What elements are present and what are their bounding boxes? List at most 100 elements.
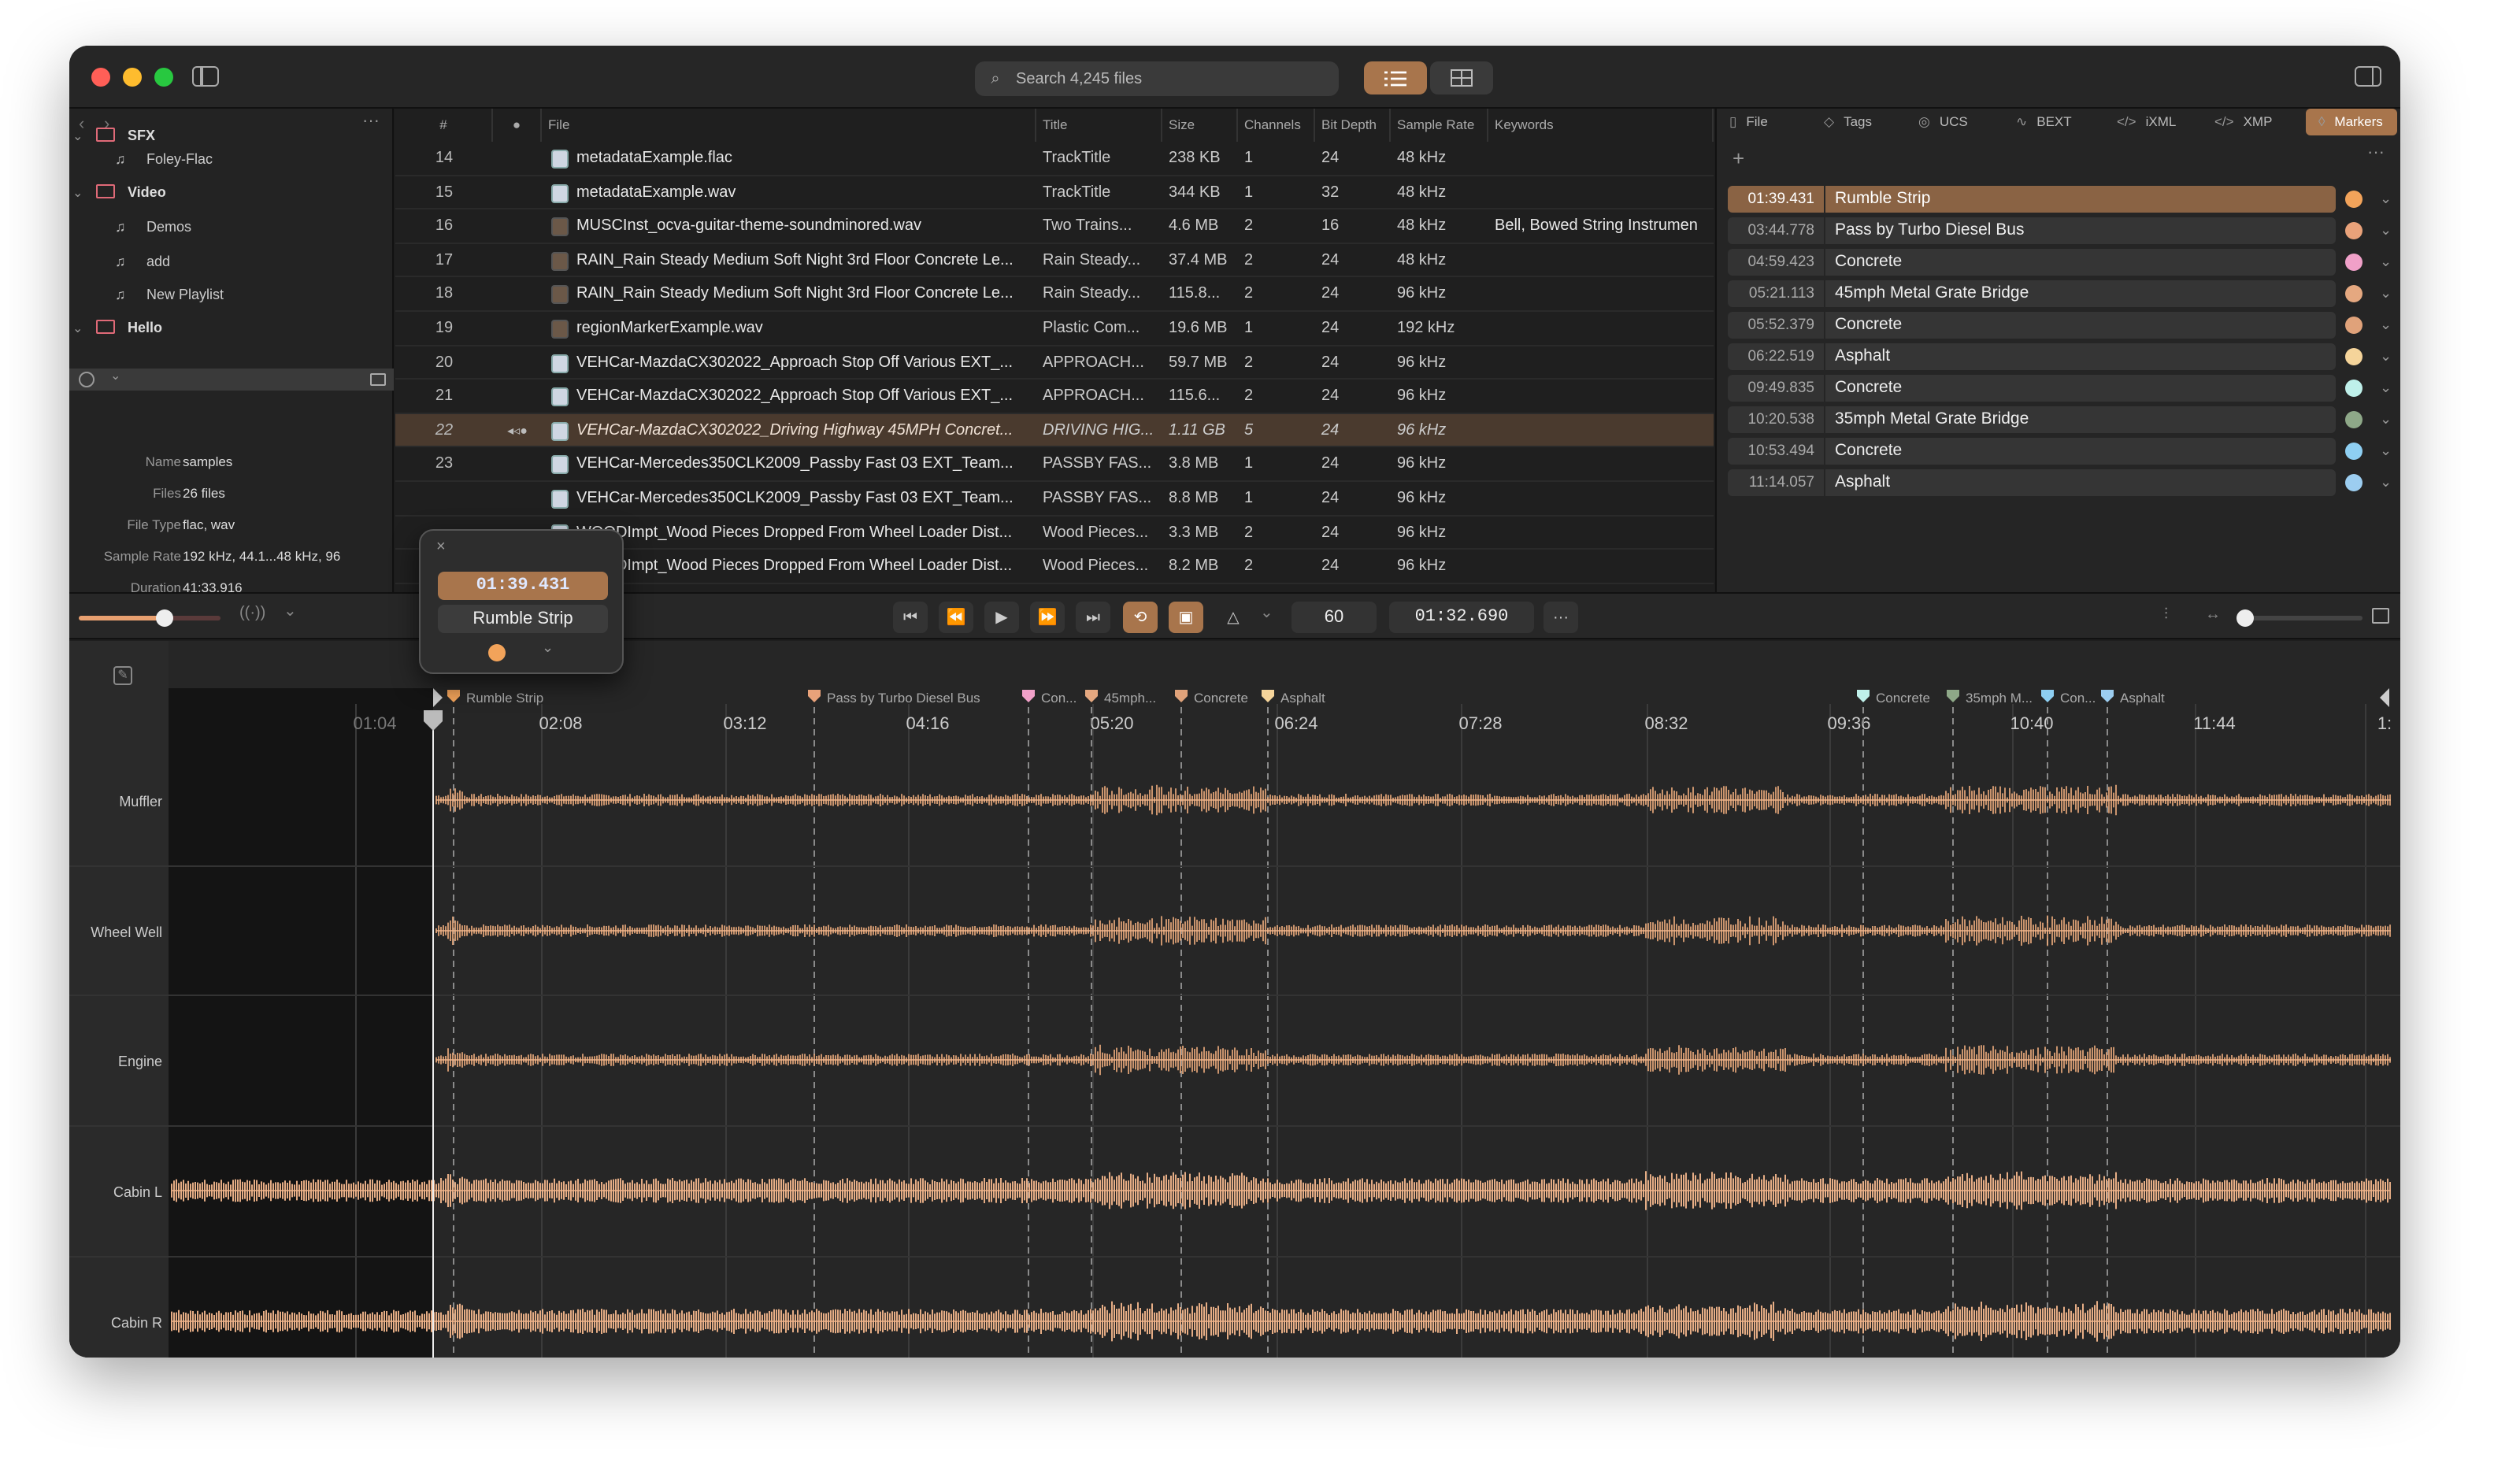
marker-color-swatch[interactable] xyxy=(2345,254,2362,271)
chevron-down-icon[interactable]: ⌄ xyxy=(2380,312,2392,339)
chevron-down-icon[interactable]: ⌄ xyxy=(2380,280,2392,307)
sidebar-item[interactable]: ♫ New Playlist xyxy=(69,282,394,307)
chevron-down-icon[interactable]: ⌄ xyxy=(2380,217,2392,244)
play-button[interactable]: ▶ xyxy=(984,602,1019,633)
table-row[interactable]: 19 regionMarkerExample.wav Plastic Com... 1… xyxy=(395,312,1714,346)
table-row[interactable]: 14 metadataExample.flac TrackTitle 238 KB 1 2… xyxy=(395,142,1714,176)
rewind-button[interactable]: ⏪ xyxy=(939,602,973,633)
marker-color-swatch[interactable] xyxy=(2345,222,2362,239)
marker-time[interactable]: 03:44.778 xyxy=(1728,217,1824,244)
marker-time-field[interactable]: 01:39.431 xyxy=(438,572,608,600)
column-header[interactable]: Channels xyxy=(1238,109,1315,142)
marker-row[interactable]: 09:49.835 Concrete ⌄ xyxy=(1728,375,2400,402)
table-row[interactable]: 16 MUSCInst_ocva-guitar-theme-soundminore… xyxy=(395,209,1714,244)
marker-name[interactable]: 45mph Metal Grate Bridge xyxy=(1825,280,2336,307)
marker-label[interactable]: 35mph M... xyxy=(1966,691,2033,706)
chevron-down-icon[interactable]: ⌄ xyxy=(2380,406,2392,433)
marker-row[interactable]: 10:53.494 Concrete ⌄ xyxy=(1728,438,2400,465)
marker-name-field[interactable]: Rumble Strip xyxy=(438,605,608,633)
chevron-down-icon[interactable]: ⌄ xyxy=(2380,375,2392,402)
tempo-field[interactable]: 60 xyxy=(1292,602,1377,633)
sidebar-item[interactable]: ⌄ Video xyxy=(69,180,394,205)
chevron-down-icon[interactable]: ⌄ xyxy=(110,369,120,383)
marker-name[interactable]: Rumble Strip xyxy=(1825,186,2336,213)
close-icon[interactable]: × xyxy=(436,539,446,556)
chevron-down-icon[interactable]: ⌄ xyxy=(1260,605,1273,622)
marker-time[interactable]: 10:20.538 xyxy=(1728,406,1824,433)
tab-ixml[interactable]: </> iXML xyxy=(2117,109,2205,135)
marker-color-swatch[interactable] xyxy=(2345,380,2362,397)
marker-label[interactable]: Con... xyxy=(2060,691,2096,706)
sidebar-item[interactable]: ♫ Foley-Flac xyxy=(69,146,394,172)
column-header[interactable]: Title xyxy=(1036,109,1162,142)
marker-color-swatch[interactable] xyxy=(2345,443,2362,460)
marker-color-swatch[interactable] xyxy=(2345,285,2362,302)
table-row[interactable]: 21 VEHCar-MazdaCX302022_Approach Stop Off… xyxy=(395,380,1714,414)
window-icon[interactable] xyxy=(2372,608,2389,624)
list-view-button[interactable] xyxy=(1364,61,1427,94)
search-field[interactable]: ⌕ Search 4,245 files xyxy=(975,61,1339,96)
chevron-down-icon[interactable]: ⌄ xyxy=(72,185,83,199)
inspector-toggle-icon[interactable] xyxy=(2355,66,2381,87)
marker-label[interactable]: Con... xyxy=(1041,691,1077,706)
marker-label[interactable]: Asphalt xyxy=(1280,691,1325,706)
marker-color-swatch[interactable] xyxy=(2345,348,2362,365)
volume-knob[interactable] xyxy=(156,609,173,627)
marker-name[interactable]: Pass by Turbo Diesel Bus xyxy=(1825,217,2336,244)
column-header[interactable]: Sample Rate xyxy=(1391,109,1488,142)
marker-row[interactable]: 06:22.519 Asphalt ⌄ xyxy=(1728,343,2400,370)
panel-more-icon[interactable]: ··· xyxy=(2367,143,2385,162)
chevron-down-icon[interactable]: ⌄ xyxy=(2380,469,2392,496)
marker-label[interactable]: 45mph... xyxy=(1104,691,1156,706)
marker-time[interactable]: 11:14.057 xyxy=(1728,469,1824,496)
volume-slider[interactable] xyxy=(79,609,220,627)
add-marker-icon[interactable]: + xyxy=(1732,146,1744,170)
column-header[interactable]: Bit Depth xyxy=(1315,109,1391,142)
marker-label[interactable]: Asphalt xyxy=(2120,691,2165,706)
chevron-down-icon[interactable]: ⌄ xyxy=(284,603,297,620)
zoom-slider[interactable] xyxy=(2236,609,2362,627)
marker-time[interactable]: 05:52.379 xyxy=(1728,312,1824,339)
column-header[interactable]: Size xyxy=(1162,109,1238,142)
close-window-button[interactable] xyxy=(91,68,110,87)
chevron-down-icon[interactable]: ⌄ xyxy=(2380,438,2392,465)
circle-icon[interactable] xyxy=(79,372,94,387)
tab-file[interactable]: ▯ File xyxy=(1729,109,1818,135)
marker-time[interactable]: 01:39.431 xyxy=(1728,186,1824,213)
table-view-button[interactable] xyxy=(1430,61,1493,94)
edit-icon[interactable]: ✎ xyxy=(113,666,132,685)
marker-color-swatch[interactable] xyxy=(488,644,506,661)
speaker-icon[interactable]: ((·)) xyxy=(239,605,265,622)
marker-row[interactable]: 05:21.113 45mph Metal Grate Bridge ⌄ xyxy=(1728,280,2400,307)
marker-name[interactable]: Concrete xyxy=(1825,312,2336,339)
marker-row[interactable]: 04:59.423 Concrete ⌄ xyxy=(1728,249,2400,276)
marker-name[interactable]: Asphalt xyxy=(1825,343,2336,370)
tab-xmp[interactable]: </> XMP xyxy=(2214,109,2303,135)
marker-row[interactable]: 01:39.431 Rumble Strip ⌄ xyxy=(1728,186,2400,213)
window-icon[interactable] xyxy=(370,373,386,386)
waveform-view[interactable]: 01:04 02:08 03:12 04:16 05:20 06:24 07:28 08:32… xyxy=(69,641,2400,1358)
skip-start-button[interactable]: ⏮ xyxy=(893,602,928,633)
marker-name[interactable]: Concrete xyxy=(1825,438,2336,465)
marker-row[interactable]: 10:20.538 35mph Metal Grate Bridge ⌄ xyxy=(1728,406,2400,433)
follow-playhead-button[interactable]: ▣ xyxy=(1169,602,1203,633)
transport-more-button[interactable]: ··· xyxy=(1544,602,1578,633)
marker-row[interactable]: 03:44.778 Pass by Turbo Diesel Bus ⌄ xyxy=(1728,217,2400,244)
table-row[interactable]: 23 VEHCar-Mercedes350CLK2009_Passby Fast … xyxy=(395,448,1714,482)
waveform-canvas[interactable]: 01:04 02:08 03:12 04:16 05:20 06:24 07:28 08:32… xyxy=(69,641,2400,1358)
marker-name[interactable]: Concrete xyxy=(1825,249,2336,276)
table-row[interactable]: 22 ◂◃● VEHCar-MazdaCX302022_Driving Highwa… xyxy=(395,413,1714,448)
sidebar-item[interactable]: ♫ Demos xyxy=(69,214,394,239)
waveform-icon[interactable]: ⫶ xyxy=(2164,606,2168,624)
loop-button[interactable]: ⟲ xyxy=(1123,602,1158,633)
marker-color-swatch[interactable] xyxy=(2345,411,2362,428)
metronome-button[interactable]: △ xyxy=(1216,602,1251,633)
marker-label[interactable]: Rumble Strip xyxy=(466,691,543,706)
column-header[interactable]: ● xyxy=(493,109,542,142)
minimize-window-button[interactable] xyxy=(123,68,142,87)
table-row[interactable]: 20 VEHCar-MazdaCX302022_Approach Stop Off… xyxy=(395,346,1714,380)
tab-tags[interactable]: ◇ Tags xyxy=(1824,109,1912,135)
marker-color-swatch[interactable] xyxy=(2345,474,2362,491)
marker-name[interactable]: Concrete xyxy=(1825,375,2336,402)
column-header[interactable]: Keywords xyxy=(1488,109,1714,142)
